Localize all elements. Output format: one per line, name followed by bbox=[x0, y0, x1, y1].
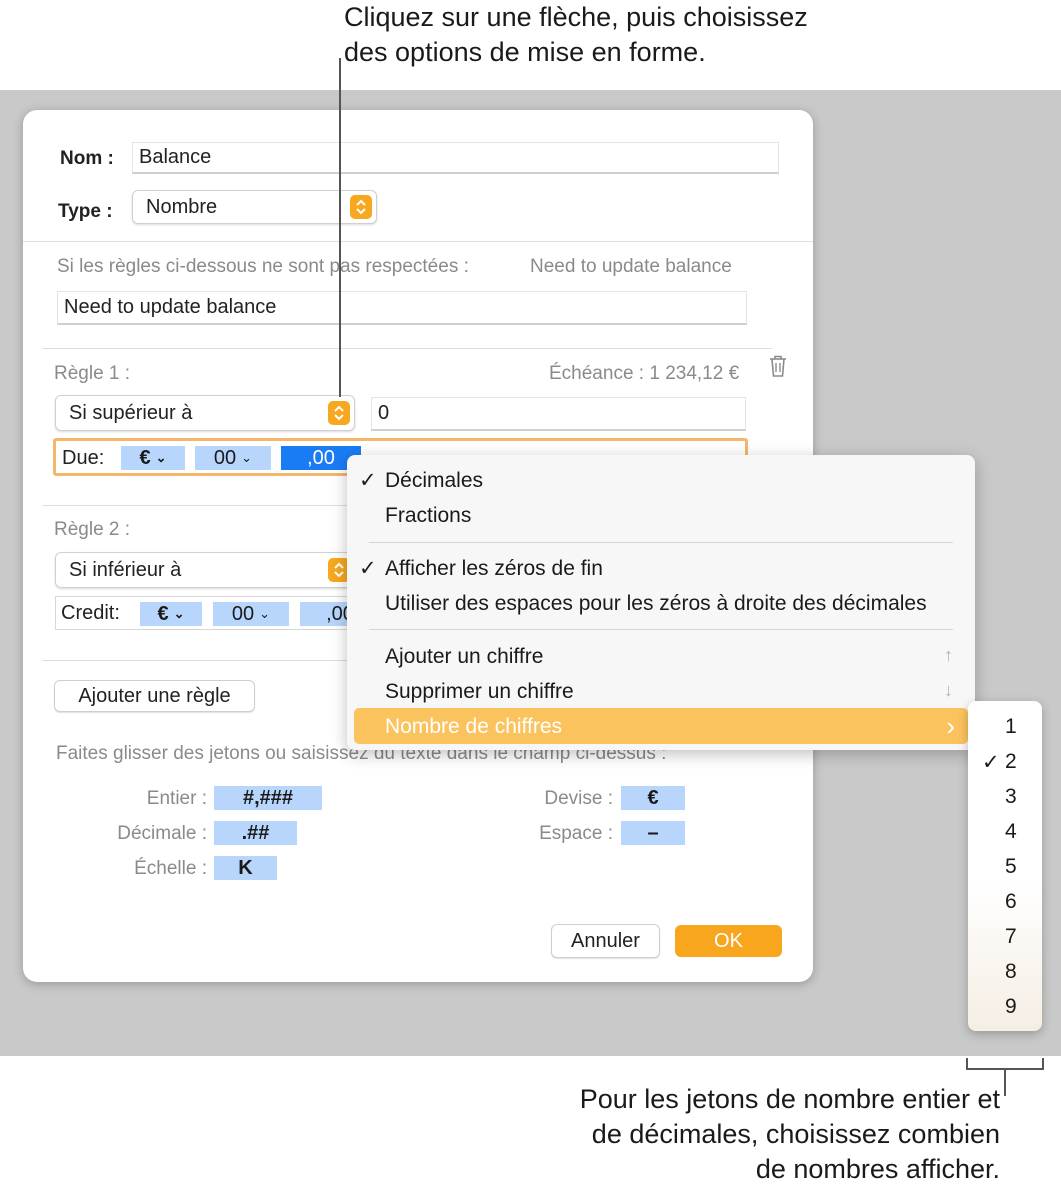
submenu-item-9[interactable]: 9 bbox=[968, 989, 1042, 1024]
currency-token[interactable]: € ⌄ bbox=[121, 446, 185, 470]
chevron-down-icon: ⌄ bbox=[241, 450, 253, 465]
rules-not-met-preview: Need to update balance bbox=[530, 256, 732, 277]
decimal-token-menu: ✓ Décimales Fractions ✓ Afficher les zér… bbox=[347, 455, 975, 750]
bottom-callout: Pour les jetons de nombre entier et de d… bbox=[520, 1082, 1000, 1187]
top-callout-line-2: des options de mise en forme. bbox=[344, 37, 706, 67]
bottom-callout-line-2: de décimales, choisissez combien bbox=[591, 1119, 1000, 1149]
submenu-item-1[interactable]: 1 bbox=[968, 709, 1042, 744]
callout-pointer-line bbox=[339, 58, 341, 397]
trash-icon[interactable] bbox=[767, 354, 791, 380]
rule-1-preview: Échéance : 1 234,12 € bbox=[549, 363, 740, 384]
currency-token[interactable]: € ⌄ bbox=[140, 602, 202, 626]
rule-1-condition-value: Si supérieur à bbox=[69, 401, 193, 424]
integer-token[interactable]: 00 ⌄ bbox=[195, 446, 271, 470]
rule-1-format-prefix: Due: bbox=[62, 447, 105, 469]
rule-1-value: 0 bbox=[378, 402, 390, 424]
chevron-right-icon: › bbox=[946, 711, 955, 741]
menu-separator bbox=[369, 629, 953, 630]
menu-item-digit-count[interactable]: Nombre de chiffres bbox=[385, 715, 562, 739]
currency-token-label: Devise : bbox=[544, 788, 613, 809]
checkmark-icon: ✓ bbox=[359, 469, 377, 492]
decimal-token-label: Décimale : bbox=[117, 823, 207, 844]
name-field-value: Balance bbox=[139, 146, 212, 168]
bottom-callout-line-1: Pour les jetons de nombre entier et bbox=[579, 1084, 1000, 1114]
rule-2-condition-value: Si inférieur à bbox=[69, 558, 182, 581]
ok-button[interactable]: OK bbox=[675, 925, 782, 957]
space-token-label: Espace : bbox=[539, 823, 613, 844]
submenu-item-8[interactable]: 8 bbox=[968, 954, 1042, 989]
scale-palette-token[interactable]: K bbox=[214, 856, 277, 880]
up-down-arrow-icon[interactable] bbox=[350, 195, 372, 219]
menu-item-fractions[interactable]: Fractions bbox=[385, 504, 471, 528]
submenu-item-2[interactable]: ✓ 2 bbox=[968, 744, 1042, 779]
submenu-item-4[interactable]: 4 bbox=[968, 814, 1042, 849]
decimal-palette-token[interactable]: .## bbox=[214, 821, 297, 845]
submenu-item-3[interactable]: 3 bbox=[968, 779, 1042, 814]
submenu-item-6[interactable]: 6 bbox=[968, 884, 1042, 919]
checkmark-icon: ✓ bbox=[359, 557, 377, 580]
menu-item-add-digit[interactable]: Ajouter un chiffre bbox=[385, 645, 543, 669]
callout-bracket-stem bbox=[1004, 1068, 1006, 1096]
integer-palette-token[interactable]: #,### bbox=[214, 786, 322, 810]
cancel-button[interactable]: Annuler bbox=[551, 924, 660, 958]
bottom-callout-line-3: de nombres afficher. bbox=[755, 1154, 1000, 1184]
menu-item-remove-digit[interactable]: Supprimer un chiffre bbox=[385, 680, 574, 704]
up-down-arrow-icon[interactable] bbox=[328, 401, 350, 425]
arrow-up-icon: ↑ bbox=[944, 645, 953, 665]
divider bbox=[23, 241, 813, 242]
rules-not-met-label: Si les règles ci-dessous ne sont pas res… bbox=[57, 256, 469, 277]
message-field[interactable]: Need to update balance bbox=[57, 291, 747, 325]
top-callout: Cliquez sur une flèche, puis choisissez … bbox=[344, 0, 808, 70]
submenu-item-7[interactable]: 7 bbox=[968, 919, 1042, 954]
message-field-value: Need to update balance bbox=[64, 296, 277, 318]
name-label: Nom : bbox=[60, 148, 114, 169]
rule-1-label: Règle 1 : bbox=[54, 363, 131, 384]
chevron-down-icon: ⌄ bbox=[259, 606, 271, 621]
top-callout-line-1: Cliquez sur une flèche, puis choisissez bbox=[344, 2, 808, 32]
scale-token-label: Échelle : bbox=[134, 858, 207, 879]
rule-2-label: Règle 2 : bbox=[54, 519, 131, 540]
type-popup-value: Nombre bbox=[146, 195, 218, 218]
currency-palette-token[interactable]: € bbox=[621, 786, 685, 810]
name-field[interactable]: Balance bbox=[132, 142, 779, 174]
chevron-down-icon: ⌄ bbox=[173, 606, 185, 621]
space-palette-token[interactable]: – bbox=[621, 821, 685, 845]
menu-item-show-trailing-zeros[interactable]: Afficher les zéros de fin bbox=[385, 557, 603, 581]
menu-separator bbox=[369, 542, 953, 543]
rule-2-format-prefix: Credit: bbox=[61, 602, 120, 624]
digit-count-submenu: 1 ✓ 2 3 4 5 6 7 8 9 bbox=[968, 701, 1042, 1031]
type-label: Type : bbox=[58, 201, 113, 222]
integer-token[interactable]: 00 ⌄ bbox=[213, 602, 289, 626]
rule-1-value-field[interactable]: 0 bbox=[371, 397, 746, 431]
rule-2-condition-popup[interactable]: Si inférieur à bbox=[55, 552, 355, 588]
arrow-down-icon: ↓ bbox=[944, 680, 953, 700]
checkmark-icon: ✓ bbox=[982, 751, 1000, 774]
add-rule-button[interactable]: Ajouter une règle bbox=[54, 680, 255, 712]
divider bbox=[42, 348, 772, 349]
submenu-item-5[interactable]: 5 bbox=[968, 849, 1042, 884]
rule-1-condition-popup[interactable]: Si supérieur à bbox=[55, 395, 355, 431]
menu-item-use-spaces-for-zeros[interactable]: Utiliser des espaces pour les zéros à dr… bbox=[385, 592, 927, 616]
menu-item-decimals[interactable]: Décimales bbox=[385, 469, 483, 493]
chevron-down-icon: ⌄ bbox=[155, 450, 167, 465]
integer-token-label: Entier : bbox=[146, 788, 207, 809]
